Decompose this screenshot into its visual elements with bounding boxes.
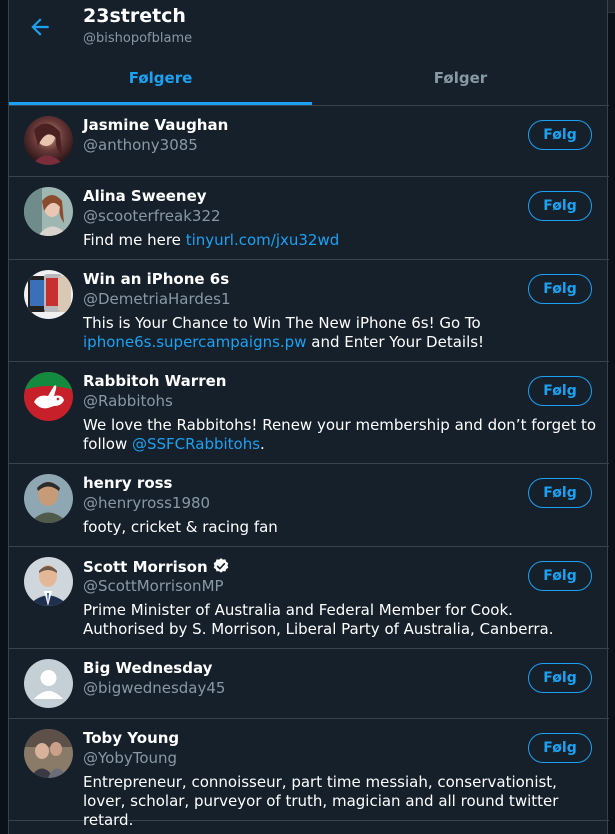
user-name: Alina Sweeney [83, 187, 207, 205]
back-arrow-icon[interactable] [27, 14, 53, 40]
bio-text: This is Your Chance to Win The New iPhon… [83, 314, 481, 332]
user-bio: We love the Rabbitohs! Renew your member… [83, 416, 598, 454]
follow-button[interactable]: Følg [528, 120, 592, 150]
follow-button[interactable]: Følg [528, 478, 592, 508]
user-handle: @henryross1980 [83, 494, 211, 512]
user-name: henry ross [83, 474, 173, 492]
user-row[interactable]: Toby Young @YobyToung Entrepreneur, conn… [9, 719, 609, 829]
user-list: Jasmine Vaughan @anthony3085 Følg Alina … [9, 106, 609, 829]
page: 23stretch @bishopofblame Følgere Følger [0, 0, 615, 834]
user-name: Rabbitoh Warren [83, 372, 227, 390]
user-handle: @Rabbitohs [83, 392, 173, 410]
user-bio: Find me here tinyurl.com/jxu32wd [83, 231, 598, 250]
bio-text: . [260, 435, 265, 453]
user-handle: @DemetriaHardes1 [83, 290, 231, 308]
verified-badge-icon [212, 557, 230, 575]
user-handle: @scooterfreak322 [83, 207, 221, 225]
default-avatar-icon[interactable] [24, 659, 73, 708]
user-bio: footy, cricket & racing fan [83, 518, 598, 537]
rabbit-logo-icon[interactable] [24, 372, 73, 421]
tab-bar: Følgere Følger [9, 56, 609, 106]
bio-text: and Enter Your Details! [306, 333, 485, 351]
user-name: Toby Young [83, 729, 180, 747]
bio-link[interactable]: tinyurl.com/jxu32wd [186, 231, 340, 249]
bio-text: Prime Minister of Australia and Federal … [83, 601, 554, 638]
follow-button[interactable]: Følg [528, 376, 592, 406]
follow-button[interactable]: Følg [528, 274, 592, 304]
profile-handle: @bishopofblame [83, 31, 193, 46]
profile-header: 23stretch @bishopofblame [9, 0, 609, 56]
user-handle: @ScottMorrisonMP [83, 577, 224, 595]
user-handle: @bigwednesday45 [83, 679, 226, 697]
follow-button[interactable]: Følg [528, 561, 592, 591]
portrait-photo-icon[interactable] [24, 474, 73, 523]
portrait-photo-icon[interactable] [24, 557, 73, 606]
bio-text: footy, cricket & racing fan [83, 518, 278, 536]
bio-text: Find me here [83, 231, 186, 249]
user-row[interactable]: Jasmine Vaughan @anthony3085 Følg [9, 106, 609, 177]
user-name-text: Scott Morrison [83, 558, 208, 576]
user-bio: Entrepreneur, connoisseur, part time mes… [83, 773, 598, 830]
user-bio: Prime Minister of Australia and Federal … [83, 601, 598, 639]
follow-button[interactable]: Følg [528, 733, 592, 763]
user-row[interactable]: Big Wednesday @bigwednesday45 Følg [9, 649, 609, 719]
user-bio: This is Your Chance to Win The New iPhon… [83, 314, 598, 352]
user-row[interactable]: Rabbitoh Warren @Rabbitohs We love the R… [9, 362, 609, 464]
tab-followers[interactable]: Følgere [9, 56, 312, 105]
user-name: Big Wednesday [83, 659, 213, 677]
user-name: Jasmine Vaughan [83, 116, 229, 134]
bio-link[interactable]: @SSFCRabbitohs [132, 435, 260, 453]
portrait-photo-icon[interactable] [24, 187, 73, 236]
portrait-photo-icon[interactable] [24, 729, 73, 778]
user-name: Win an iPhone 6s [83, 270, 230, 288]
user-row[interactable]: Win an iPhone 6s @DemetriaHardes1 This i… [9, 260, 609, 362]
follow-button[interactable]: Følg [528, 663, 592, 693]
user-row[interactable]: henry ross @henryross1980 footy, cricket… [9, 464, 609, 547]
user-row[interactable]: Alina Sweeney @scooterfreak322 Find me h… [9, 177, 609, 260]
user-handle: @anthony3085 [83, 136, 198, 154]
tab-following[interactable]: Følger [309, 56, 612, 105]
profile-name: 23stretch [83, 5, 186, 27]
followers-column: 23stretch @bishopofblame Følgere Følger [8, 0, 609, 834]
bio-link[interactable]: iphone6s.supercampaigns.pw [83, 333, 306, 351]
follow-button[interactable]: Følg [528, 191, 592, 221]
user-name: Scott Morrison [83, 557, 230, 576]
user-handle: @YobyToung [83, 749, 178, 767]
user-row[interactable]: Scott Morrison @ScottMorrisonMP Prime Mi… [9, 547, 609, 649]
bio-text: Entrepreneur, connoisseur, part time mes… [83, 773, 559, 829]
iphone-photo-icon[interactable] [24, 270, 73, 319]
portrait-photo-icon[interactable] [24, 116, 73, 165]
